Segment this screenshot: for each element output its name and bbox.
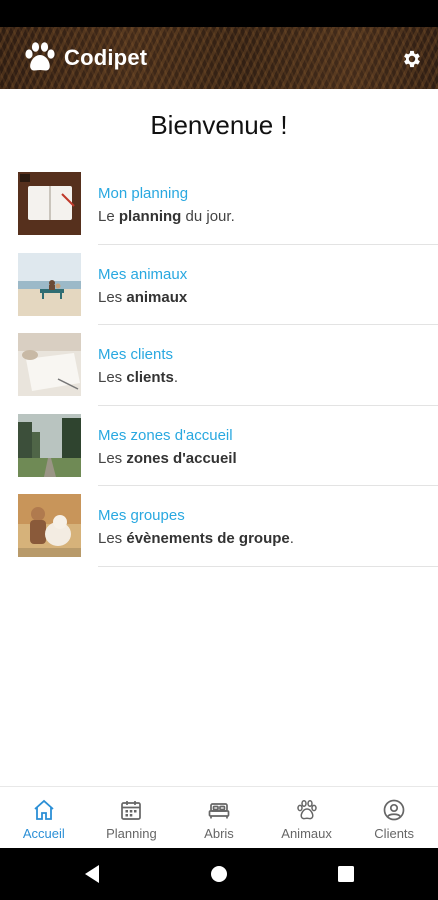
menu-item-desc: Les zones d'accueil [98, 449, 237, 467]
nav-label: Animaux [281, 826, 332, 841]
nav-label: Abris [204, 826, 234, 841]
menu-item-desc: Le planning du jour. [98, 208, 235, 225]
bottom-navigation: Accueil Planning Abris Animaux Clients [0, 786, 438, 846]
nav-label: Accueil [22, 826, 65, 841]
menu-list: Mon planning Le planning du jour. Mes an… [0, 166, 438, 569]
divider [98, 243, 438, 245]
nav-tab-abris[interactable]: Abris [175, 787, 263, 846]
divider [98, 485, 438, 486]
android-system-nav [0, 848, 438, 900]
menu-item-title: Mes zones d'accueil [98, 426, 233, 444]
nav-tab-planning[interactable]: Planning [88, 787, 176, 846]
nav-label: Clients [374, 826, 415, 841]
beach-bench-photo [18, 252, 81, 316]
recents-square-icon[interactable] [336, 864, 356, 884]
menu-item-desc: Les évènements de groupe. [98, 530, 294, 547]
bed-icon [206, 797, 232, 823]
menu-item-title: Mes groupes [98, 507, 185, 524]
menu-item-groupes[interactable]: Mes groupes Les évènements de groupe. [0, 488, 438, 569]
home-circle-icon[interactable] [209, 864, 229, 884]
menu-item-title: Mes animaux [98, 265, 188, 283]
menu-item-desc: Les animaux [98, 288, 188, 306]
forest-path-photo [18, 413, 81, 477]
menu-item-zones[interactable]: Mes zones d'accueil Les zones d'accueil [0, 408, 438, 489]
paw-icon [294, 797, 320, 823]
nav-tab-animaux[interactable]: Animaux [263, 787, 351, 846]
desk-paper-photo [18, 333, 81, 396]
menu-item-animaux[interactable]: Mes animaux Les animaux [0, 247, 438, 328]
divider [98, 324, 438, 325]
menu-item-planning[interactable]: Mon planning Le planning du jour. [0, 166, 438, 247]
welcome-heading: Bienvenue ! [150, 110, 288, 140]
divider [98, 565, 438, 567]
woman-dog-photo [18, 494, 81, 557]
menu-item-title: Mon planning [98, 185, 189, 202]
notebook-photo [18, 172, 81, 235]
divider [98, 404, 438, 406]
status-bar [0, 0, 438, 27]
app-bar: Codipet [0, 27, 438, 89]
nav-tab-accueil[interactable]: Accueil [0, 787, 88, 846]
back-triangle-icon[interactable] [82, 864, 102, 884]
home-icon [31, 797, 57, 823]
nav-tab-clients[interactable]: Clients [350, 787, 438, 846]
calendar-icon [118, 797, 144, 823]
paw-logo-icon [20, 38, 60, 78]
menu-item-desc: Les clients. [98, 369, 179, 386]
settings-gear-icon[interactable] [400, 47, 424, 71]
nav-label: Planning [106, 826, 157, 841]
menu-item-title: Mes clients [98, 346, 174, 363]
app-title: Codipet [64, 45, 148, 70]
account-icon [381, 797, 407, 823]
menu-item-clients[interactable]: Mes clients Les clients. [0, 327, 438, 408]
